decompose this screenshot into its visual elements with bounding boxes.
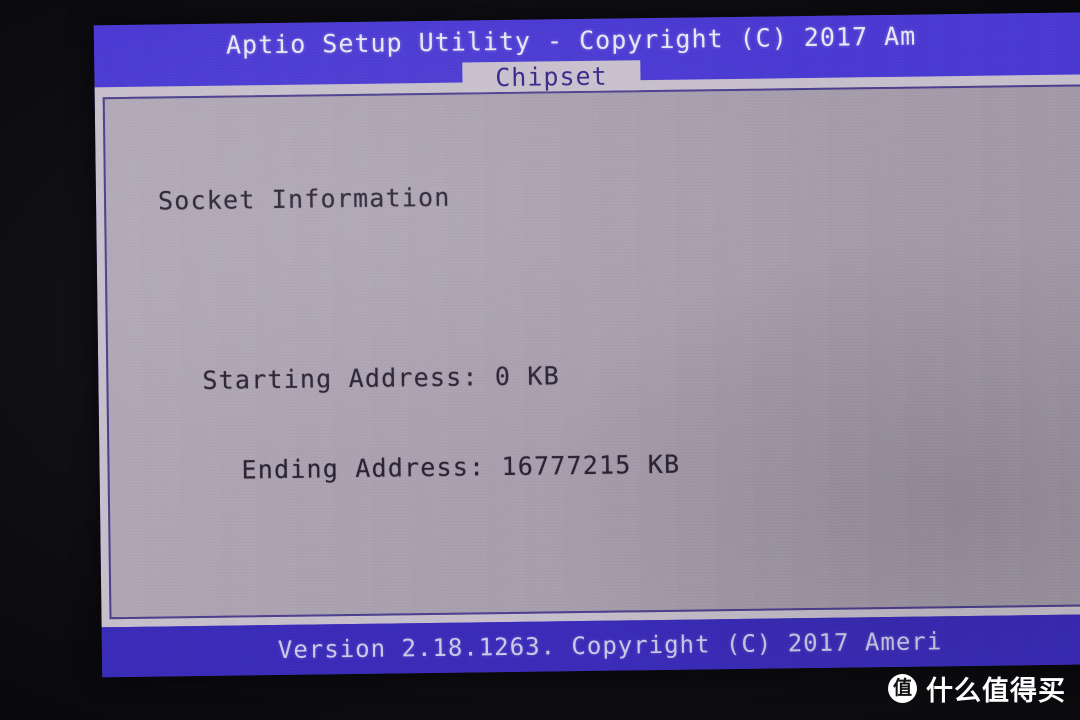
spacer-line-2 — [163, 534, 1080, 577]
row-starting-address: Starting Address: 0 KB — [202, 361, 561, 395]
bios-screen-photo: Aptio Setup Utility - Copyright (C) 2017… — [0, 0, 1080, 720]
watermark: 值 什么值得买 — [888, 669, 1066, 708]
tab-chipset[interactable]: Chipset — [462, 60, 641, 93]
content-pane: Socket Information Starting Address: 0 K… — [102, 83, 1080, 620]
watermark-label: 什么值得买 — [926, 676, 1066, 707]
bios-screen: Aptio Setup Utility - Copyright (C) 2017… — [93, 12, 1080, 678]
content-area-outer: Socket Information Starting Address: 0 K… — [94, 74, 1080, 628]
smzdm-logo-icon: 值 — [888, 674, 917, 703]
spacer-line-1 — [159, 264, 1080, 307]
section-heading-socket-information: Socket Information — [157, 182, 451, 216]
row-ending-address: Ending Address: 16777215 KB — [241, 449, 681, 485]
socket-information-block: Socket Information Starting Address: 0 K… — [157, 114, 1080, 619]
